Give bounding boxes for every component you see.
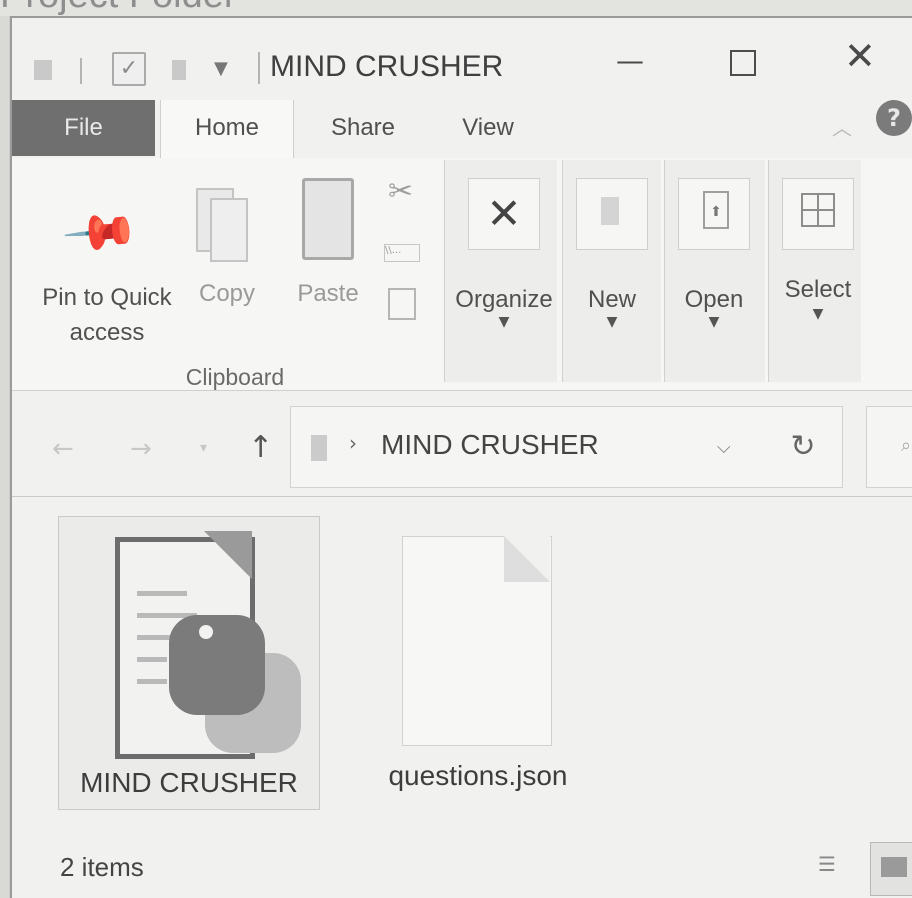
breadcrumb-chevron-icon[interactable]: › <box>349 431 357 455</box>
quick-access-separator <box>80 58 82 84</box>
search-icon: ⌕ <box>901 435 912 456</box>
file-item[interactable]: questions.json <box>378 516 578 808</box>
paste-shortcut-icon[interactable] <box>388 288 416 320</box>
file-explorer-window: ✓ ▼ MIND CRUSHER — ✕ File Home Share Vie… <box>10 16 912 898</box>
minimize-button[interactable]: — <box>616 44 644 77</box>
details-view-icon[interactable]: ☰ <box>818 852 848 882</box>
back-arrow-icon[interactable]: ← <box>52 434 74 464</box>
cut-icon[interactable]: ✂ <box>388 174 413 209</box>
new-item-icon[interactable] <box>576 178 648 250</box>
paste-button[interactable]: Paste <box>290 280 366 308</box>
new-folder-icon[interactable] <box>172 60 186 80</box>
file-name[interactable]: questions.json <box>378 760 578 792</box>
tab-share[interactable]: Share <box>308 100 418 156</box>
new-dropdown-icon[interactable]: ▼ <box>564 314 660 330</box>
address-bar[interactable]: › MIND CRUSHER ⌵ <box>290 406 766 488</box>
tab-view[interactable]: View <box>440 100 536 156</box>
title-separator <box>258 52 260 84</box>
breadcrumb[interactable]: MIND CRUSHER <box>381 429 599 461</box>
tab-home[interactable]: Home <box>160 100 294 160</box>
doc-line <box>137 657 167 662</box>
clipboard-group-label: Clipboard <box>185 364 285 390</box>
select-dropdown-icon[interactable]: ▼ <box>768 306 868 322</box>
partial-title: Project Folder <box>0 0 237 16</box>
recent-locations-chevron-icon[interactable]: ▾ <box>200 440 207 456</box>
ribbon-home-panel: 📌 Pin to Quick access Copy Paste ✂ \\...… <box>12 158 912 391</box>
select-button[interactable]: Select <box>768 276 868 304</box>
up-arrow-icon[interactable]: ↑ <box>248 430 273 465</box>
select-grid-icon[interactable] <box>782 178 854 250</box>
file-name[interactable]: MIND CRUSHER <box>59 767 319 799</box>
quick-access-folder-icon[interactable] <box>34 60 52 80</box>
customize-quick-access-dropdown-icon[interactable]: ▼ <box>214 58 228 79</box>
tab-file[interactable]: File <box>12 100 155 156</box>
open-icon[interactable]: ⬆ <box>678 178 750 250</box>
pin-to-quick-access-button[interactable]: Pin to Quick access <box>32 280 182 350</box>
doc-line <box>137 591 187 596</box>
copy-icon-front[interactable] <box>210 198 248 262</box>
page-fold <box>204 531 252 579</box>
help-icon[interactable]: ? <box>876 100 912 136</box>
ribbon-tabs: File Home Share View <box>12 100 912 160</box>
search-box[interactable]: ⌕ <box>866 406 912 488</box>
copy-path-icon[interactable]: \\... <box>384 244 420 262</box>
organize-button[interactable]: Organize <box>450 286 558 314</box>
organize-x-icon[interactable]: ✕ <box>468 178 540 250</box>
address-history-chevron-down-icon[interactable]: ⌵ <box>717 437 731 458</box>
doc-line <box>137 679 167 684</box>
background-window-strip: Project Folder <box>0 0 912 16</box>
page-fold <box>504 536 550 582</box>
organize-dropdown-icon[interactable]: ▼ <box>450 314 558 330</box>
properties-check-icon[interactable]: ✓ <box>112 52 146 86</box>
paste-icon[interactable] <box>302 178 354 260</box>
maximize-button[interactable] <box>730 50 756 76</box>
copy-button[interactable]: Copy <box>192 280 262 308</box>
address-folder-icon <box>311 435 327 461</box>
close-button[interactable]: ✕ <box>844 34 876 78</box>
status-item-count: 2 items <box>60 852 144 882</box>
refresh-icon[interactable]: ↻ <box>764 406 843 488</box>
forward-arrow-icon[interactable]: → <box>130 434 152 464</box>
navigation-bar: ← → ▾ ↑ › MIND CRUSHER ⌵ ↻ ⌕ <box>12 392 912 492</box>
pin-icon[interactable]: 📌 <box>61 191 143 273</box>
file-item[interactable]: MIND CRUSHER <box>58 516 320 810</box>
title-bar: ✓ ▼ MIND CRUSHER — ✕ <box>12 18 912 100</box>
window-title: MIND CRUSHER <box>270 50 504 83</box>
collapse-ribbon-chevron-icon[interactable]: ︿ <box>832 112 852 141</box>
content-divider <box>12 496 912 497</box>
python-logo-eye <box>199 625 213 639</box>
new-button[interactable]: New <box>564 286 660 314</box>
python-logo-upper <box>169 615 265 715</box>
open-dropdown-icon[interactable]: ▼ <box>666 314 762 330</box>
open-button[interactable]: Open <box>666 286 762 314</box>
